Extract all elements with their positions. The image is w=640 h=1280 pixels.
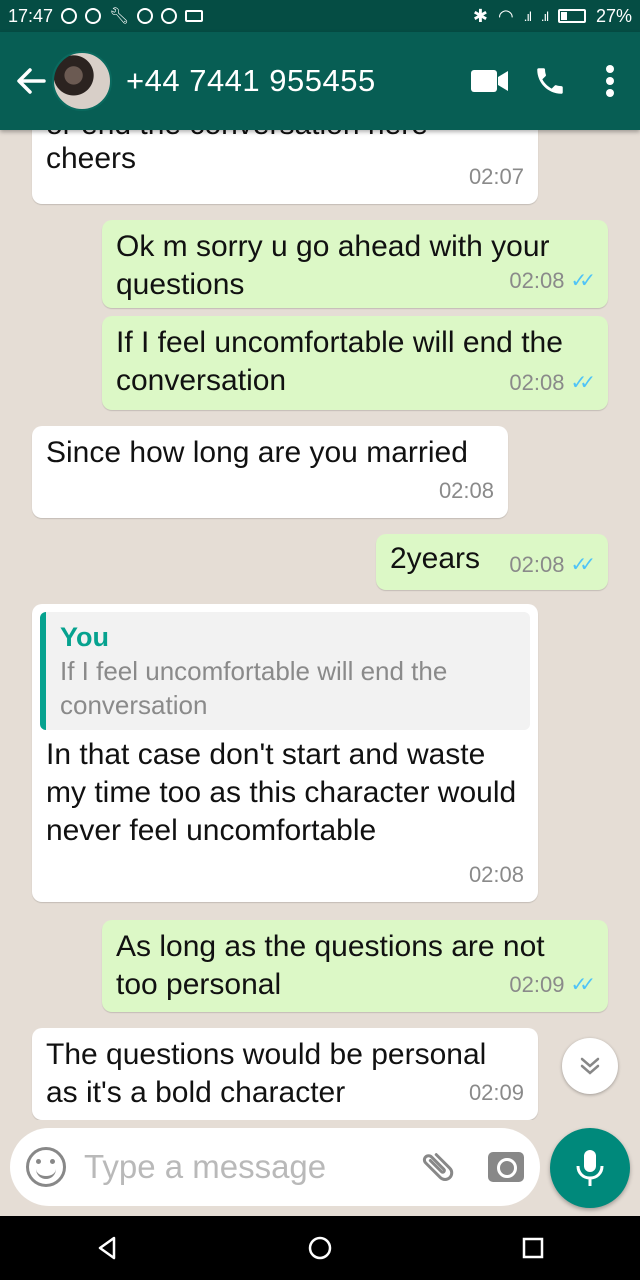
attachment-clip-icon[interactable] [416, 1145, 460, 1189]
emoji-icon[interactable] [26, 1147, 66, 1187]
back-arrow-icon[interactable] [12, 61, 50, 101]
message-time: 02:08 ✓✓ [509, 262, 595, 300]
signal-icon: .ıl [540, 8, 549, 24]
message-time: 02:08 ✓✓ [509, 364, 595, 402]
whatsapp-notification-icon [61, 8, 78, 24]
message-time: 02:09 [468, 1080, 524, 1105]
phone-call-icon[interactable] [520, 51, 580, 111]
back-nav-icon[interactable] [94, 1235, 120, 1261]
instagram-notification-icon [161, 8, 178, 24]
message-outgoing[interactable]: Ok m sorry u go ahead with your question… [102, 220, 608, 308]
quote-author: You [60, 622, 109, 652]
instagram-notification-icon [85, 8, 102, 24]
battery-icon [557, 9, 586, 23]
message-notification-icon [185, 10, 204, 22]
quote-text: If I feel uncomfortable will end the con… [60, 656, 448, 720]
recents-nav-icon[interactable] [520, 1235, 546, 1261]
message-incoming[interactable]: Since how long are you married 02:08 [32, 426, 508, 518]
scroll-to-bottom-button[interactable] [562, 1038, 618, 1094]
message-text: Since how long are you married [46, 436, 468, 469]
video-call-icon[interactable] [460, 51, 520, 111]
message-compose-bar: Type a message [10, 1128, 540, 1206]
bluetooth-icon: ✱ [472, 5, 488, 26]
signal-icon: .ıl [523, 8, 532, 24]
message-time: 02:08 ✓✓ [509, 546, 595, 584]
microphone-icon [576, 1150, 604, 1186]
message-time: 02:07 [468, 164, 524, 189]
message-text: cheers [46, 142, 137, 175]
status-time: 17:47 [8, 5, 54, 26]
message-incoming[interactable]: or end the conversation here cheers 02:0… [32, 130, 538, 204]
message-text: In that case don't start and waste my ti… [46, 738, 517, 847]
double-chevron-down-icon [580, 1057, 600, 1075]
status-bar: 17:47 🔧︎ ✱ ◠ .ıl .ıl 27% [0, 0, 640, 32]
quoted-message[interactable]: You If I feel uncomfortable will end the… [40, 612, 530, 730]
home-nav-icon[interactable] [307, 1235, 333, 1261]
camera-icon[interactable] [488, 1152, 524, 1182]
message-time: 02:08 [438, 478, 494, 503]
message-outgoing[interactable]: As long as the questions are not too per… [102, 920, 608, 1012]
read-ticks-icon: ✓✓ [570, 974, 595, 996]
microphone-button[interactable] [550, 1128, 630, 1208]
read-ticks-icon: ✓✓ [570, 372, 595, 394]
message-time: 02:08 [468, 862, 524, 887]
avatar[interactable] [52, 51, 112, 111]
message-input[interactable]: Type a message [84, 1148, 416, 1186]
wrench-notification-icon: 🔧︎ [109, 8, 130, 25]
message-time: 02:09 ✓✓ [509, 966, 595, 1004]
chat-header: +44 7441 955455 [0, 32, 640, 130]
message-incoming[interactable]: The questions would be personal as it's … [32, 1028, 538, 1120]
more-vert-icon[interactable] [580, 51, 640, 111]
battery-percent: 27% [595, 5, 632, 26]
read-ticks-icon: ✓✓ [570, 270, 595, 292]
wifi-icon: ◠ [498, 5, 514, 26]
read-ticks-icon: ✓✓ [570, 554, 595, 576]
instagram-notification-icon [137, 8, 154, 24]
message-outgoing[interactable]: If I feel uncomfortable will end the con… [102, 316, 608, 410]
chat-area[interactable]: or end the conversation here cheers 02:0… [0, 130, 640, 1120]
message-incoming-reply[interactable]: You If I feel uncomfortable will end the… [32, 604, 538, 902]
message-outgoing[interactable]: 2years 02:08 ✓✓ [376, 534, 608, 590]
contact-name[interactable]: +44 7441 955455 [126, 63, 460, 99]
message-text: The questions would be personal as it's … [46, 1038, 487, 1109]
system-nav-bar [0, 1216, 640, 1280]
